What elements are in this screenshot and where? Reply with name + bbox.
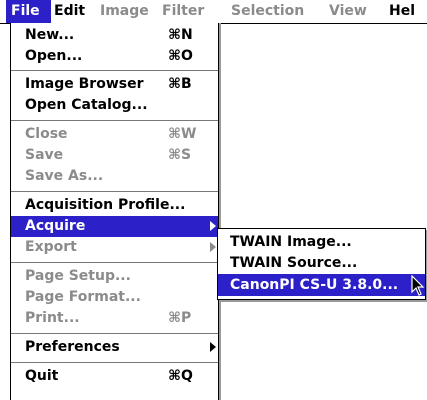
- menu-item-label: Close: [25, 126, 68, 142]
- menu-item-acquire[interactable]: Acquire: [11, 216, 218, 237]
- submenu-item-label: TWAIN Image...: [230, 234, 352, 250]
- menu-item-shortcut: ⌘N: [168, 27, 193, 43]
- menu-item-label: Image Browser: [25, 76, 144, 92]
- menubar-filter-label: Filter: [162, 3, 205, 19]
- menubar-file[interactable]: File: [6, 0, 51, 23]
- submenu-item-twain-image[interactable]: TWAIN Image...: [218, 231, 425, 253]
- menu-separator: [11, 262, 218, 263]
- menu-item-open[interactable]: Open... ⌘O: [11, 46, 218, 67]
- menu-item-shortcut: ⌘O: [168, 48, 193, 64]
- menubar-image-label: Image: [100, 3, 149, 19]
- menu-item-label: Acquisition Profile...: [25, 197, 186, 213]
- menu-separator: [11, 191, 218, 192]
- menu-item-quit[interactable]: Quit ⌘Q: [11, 366, 218, 387]
- menu-item-page-setup[interactable]: Page Setup...: [11, 266, 218, 287]
- submenu-item-canon-scanner[interactable]: CanonPI CS-U 3.8.0...: [218, 274, 425, 296]
- menubar-file-label: File: [11, 3, 40, 19]
- menu-item-shortcut: ⌘W: [168, 126, 197, 142]
- acquire-submenu: TWAIN Image... TWAIN Source... CanonPI C…: [217, 228, 426, 300]
- menu-separator: [11, 362, 218, 363]
- mouse-cursor-icon: [411, 275, 425, 296]
- menubar-view-label: View: [329, 3, 367, 19]
- menu-item-label: Open Catalog...: [25, 97, 148, 113]
- submenu-item-label: CanonPI CS-U 3.8.0...: [230, 277, 399, 293]
- menu-item-open-catalog[interactable]: Open Catalog...: [11, 95, 218, 116]
- menu-item-label: Preferences: [25, 339, 120, 355]
- menubar-filter[interactable]: Filter: [162, 0, 204, 23]
- menu-item-print[interactable]: Print... ⌘P: [11, 308, 218, 329]
- menu-item-label: Export: [25, 239, 77, 255]
- menu-item-export[interactable]: Export: [11, 237, 218, 258]
- submenu-item-label: TWAIN Source...: [230, 255, 358, 271]
- menu-item-shortcut: ⌘P: [168, 310, 192, 326]
- menu-item-close[interactable]: Close ⌘W: [11, 124, 218, 145]
- menu-separator: [11, 333, 218, 334]
- file-menu: New... ⌘N Open... ⌘O Image Browser ⌘B Op…: [10, 23, 219, 400]
- menu-item-label: Print...: [25, 310, 80, 326]
- menu-item-label: Save As...: [25, 168, 104, 184]
- menu-separator: [11, 70, 218, 71]
- menu-item-label: Page Format...: [25, 289, 141, 305]
- menu-separator: [11, 120, 218, 121]
- menu-bar: File Edit Image Filter Selection View He…: [0, 0, 427, 24]
- submenu-arrow-icon: [210, 242, 216, 252]
- menu-item-label: Page Setup...: [25, 268, 131, 284]
- menu-item-label: Save: [25, 147, 64, 163]
- menu-item-label: Acquire: [25, 218, 86, 234]
- menu-item-page-format[interactable]: Page Format...: [11, 287, 218, 308]
- menubar-help-label: Hel: [389, 3, 416, 19]
- menubar-image[interactable]: Image: [100, 0, 149, 23]
- menubar-selection[interactable]: Selection: [231, 0, 304, 23]
- menu-item-save[interactable]: Save ⌘S: [11, 145, 218, 166]
- menu-item-image-browser[interactable]: Image Browser ⌘B: [11, 74, 218, 95]
- menubar-help[interactable]: Hel: [389, 0, 415, 23]
- menu-item-acquisition-profile[interactable]: Acquisition Profile...: [11, 195, 218, 216]
- menu-item-shortcut: ⌘B: [168, 76, 192, 92]
- menubar-view[interactable]: View: [329, 0, 367, 23]
- menu-item-shortcut: ⌘Q: [168, 368, 193, 384]
- menu-item-shortcut: ⌘S: [168, 147, 192, 163]
- submenu-arrow-icon: [210, 221, 216, 231]
- menu-item-save-as[interactable]: Save As...: [11, 166, 218, 187]
- menubar-selection-label: Selection: [231, 3, 305, 19]
- menu-item-preferences[interactable]: Preferences: [11, 337, 218, 358]
- menubar-edit[interactable]: Edit: [54, 0, 85, 23]
- submenu-arrow-icon: [210, 342, 216, 352]
- menu-item-label: New...: [25, 27, 75, 43]
- menu-item-new[interactable]: New... ⌘N: [11, 25, 218, 46]
- menu-item-label: Quit: [25, 368, 59, 384]
- submenu-item-twain-source[interactable]: TWAIN Source...: [218, 252, 425, 274]
- menu-item-label: Open...: [25, 48, 83, 64]
- menubar-edit-label: Edit: [54, 3, 86, 19]
